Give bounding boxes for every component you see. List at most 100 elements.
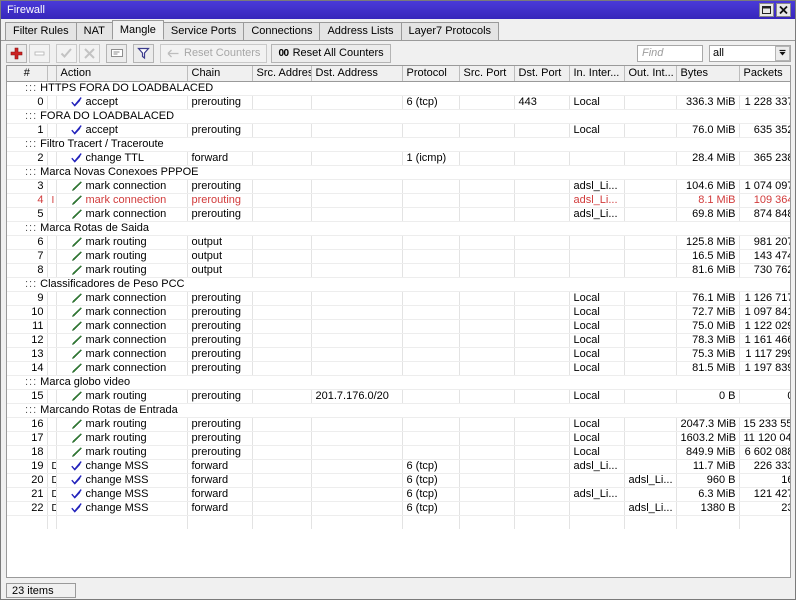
cell-dst_port	[514, 445, 570, 460]
column-header-protocol[interactable]: Protocol	[402, 66, 460, 82]
comment-row[interactable]: ::: HTTPS FORA DO LOADBALACED	[7, 81, 790, 96]
table-row[interactable]: 5 mark connection prerouting adsl_Li... 69.8…	[7, 207, 790, 222]
rules-table-container[interactable]: # ActionChainSrc. AddressDst. AddressProt…	[6, 65, 791, 578]
column-header-out_interface[interactable]: Out. Int...	[624, 66, 677, 82]
tab-connections[interactable]: Connections	[243, 22, 321, 40]
cell-dst_address	[311, 305, 403, 320]
table-row[interactable]: 18 mark routing prerouting Local 849.9 MiB 6 …	[7, 445, 790, 460]
column-header-in_interface[interactable]: In. Inter...	[569, 66, 625, 82]
cell-protocol	[402, 263, 460, 278]
find-input[interactable]: Find	[637, 44, 703, 62]
column-header-chain[interactable]: Chain	[187, 66, 253, 82]
cell-protocol	[402, 305, 460, 320]
comment-row[interactable]: ::: Classificadores de Peso PCC	[7, 277, 790, 292]
cell-idx: 20	[7, 473, 48, 488]
column-header-dst_address[interactable]: Dst. Address	[311, 66, 403, 82]
table-row[interactable]: 2 change TTL forward 1 (icmp) 28.4 MiB 365 23…	[7, 151, 790, 166]
tab-layer7-protocols[interactable]: Layer7 Protocols	[400, 22, 500, 40]
comment-row[interactable]: ::: Marca globo video	[7, 375, 790, 390]
comment-row[interactable]: ::: FORA DO LOADBALACED	[7, 109, 790, 124]
table-row[interactable]: 21Dchange MSS forward 6 (tcp) adsl_Li... 6.3…	[7, 487, 790, 502]
cell-packets: 1 097 841	[739, 305, 790, 320]
cell-protocol	[402, 291, 460, 306]
table-row[interactable]: 8 mark routing output 81.6 MiB 730 762	[7, 263, 790, 278]
tab-filter-rules[interactable]: Filter Rules	[5, 22, 77, 40]
table-row[interactable]: 14 mark connection prerouting Local 81.5 MiB…	[7, 361, 790, 376]
restore-window-button[interactable]	[759, 3, 774, 17]
tab-address-lists[interactable]: Address Lists	[319, 22, 402, 40]
table-row[interactable]: 19Dchange MSS forward 6 (tcp) adsl_Li... 11.…	[7, 459, 790, 474]
cell-idx: 13	[7, 347, 48, 362]
table-row[interactable]: 1 accept prerouting Local 76.0 MiB 635 352	[7, 123, 790, 138]
close-window-button[interactable]	[776, 3, 791, 17]
filter-select[interactable]: all	[709, 44, 791, 62]
table-row[interactable]: 16 mark routing prerouting Local 2047.3 MiB 1…	[7, 417, 790, 432]
comment-row[interactable]: ::: Marca Novas Conexoes PPPOE	[7, 165, 790, 180]
cell-flag	[47, 123, 57, 138]
comment-row[interactable]: ::: Marcando Rotas de Entrada	[7, 403, 790, 418]
disable-rule-button[interactable]	[79, 43, 100, 63]
table-row[interactable]: 12 mark connection prerouting Local 78.3 MiB…	[7, 333, 790, 348]
check-icon	[70, 475, 82, 485]
reset-all-counters-button[interactable]: 00 Reset All Counters	[271, 43, 391, 63]
cell-action: mark routing	[56, 389, 188, 404]
cell-bytes: 336.3 MiB	[676, 95, 740, 110]
cell-src_port	[459, 459, 515, 474]
cell-src_port	[459, 95, 515, 110]
table-row[interactable]: 9 mark connection prerouting Local 76.1 MiB 1…	[7, 291, 790, 306]
column-header-idx[interactable]: #	[7, 66, 48, 82]
tab-nat[interactable]: NAT	[75, 22, 113, 40]
comment-row[interactable]: ::: Filtro Tracert / Traceroute	[7, 137, 790, 152]
cell-idx: 17	[7, 431, 48, 446]
column-header-bytes[interactable]: Bytes	[676, 66, 740, 82]
status-bar: 23 items	[1, 581, 795, 599]
column-header-packets[interactable]: Packets	[739, 66, 790, 82]
cell-chain: prerouting	[187, 319, 253, 334]
pencil-icon	[71, 195, 82, 206]
column-header-src_address[interactable]: Src. Address	[252, 66, 312, 82]
action-label: mark routing	[85, 389, 147, 402]
table-row[interactable]: 22Dchange MSS forward 6 (tcp) adsl_Li...138…	[7, 501, 790, 516]
cell-protocol	[402, 333, 460, 348]
cell-out_interface	[624, 95, 677, 110]
comment-text: ::: Marcando Rotas de Entrada	[7, 403, 790, 418]
table-row[interactable]: 6 mark routing output 125.8 MiB 981 207	[7, 235, 790, 250]
table-row[interactable]: 0 accept prerouting 6 (tcp) 443 Local 336.3 Mi…	[7, 95, 790, 110]
table-row[interactable]: 13 mark connection prerouting Local 75.3 MiB…	[7, 347, 790, 362]
column-header-src_port[interactable]: Src. Port	[459, 66, 515, 82]
cell-protocol	[402, 207, 460, 222]
table-row[interactable]: 10 mark connection prerouting Local 72.7 MiB…	[7, 305, 790, 320]
cell-src_address	[252, 263, 312, 278]
enable-rule-button[interactable]	[56, 43, 77, 63]
add-rule-button[interactable]	[6, 43, 27, 63]
table-row[interactable]: 20Dchange MSS forward 6 (tcp) adsl_Li...960…	[7, 473, 790, 488]
table-row[interactable]: 7 mark routing output 16.5 MiB 143 474	[7, 249, 790, 264]
cell-dst_address: 201.7.176.0/20	[311, 389, 403, 404]
cell-dst_address	[311, 123, 403, 138]
tab-mangle[interactable]: Mangle	[111, 20, 164, 40]
cell-action: mark connection	[56, 179, 188, 194]
reset-counters-button[interactable]: Reset Counters	[160, 43, 268, 63]
cell-dst_address	[311, 431, 403, 446]
column-header-flag[interactable]	[47, 66, 57, 82]
cell-dst_port	[514, 431, 570, 446]
tab-service-ports[interactable]: Service Ports	[162, 22, 245, 40]
cell-in_interface: Local	[569, 347, 625, 362]
cell-flag	[47, 319, 57, 334]
toolbar: Reset Counters 00 Reset All Counters Fin…	[1, 41, 795, 65]
table-row[interactable]: 4 Imark connection prerouting adsl_Li... 8.1…	[7, 193, 790, 208]
comment-button[interactable]	[106, 43, 127, 63]
comment-row[interactable]: ::: Marca Rotas de Saida	[7, 221, 790, 236]
table-row[interactable]: 11 mark connection prerouting Local 75.0 MiB…	[7, 319, 790, 334]
table-row[interactable]: 15 mark routing prerouting 201.7.176.0/20 Lo…	[7, 389, 790, 404]
filter-button[interactable]	[133, 43, 154, 63]
column-header-action[interactable]: Action	[56, 66, 188, 82]
column-header-dst_port[interactable]: Dst. Port	[514, 66, 570, 82]
remove-rule-button[interactable]	[29, 43, 50, 63]
empty-cell	[402, 515, 460, 529]
table-row[interactable]: 3 mark connection prerouting adsl_Li... 104.…	[7, 179, 790, 194]
chevron-down-icon[interactable]	[775, 45, 790, 61]
cell-bytes: 1380 B	[676, 501, 740, 516]
cell-flag	[47, 305, 57, 320]
table-row[interactable]: 17 mark routing prerouting Local 1603.2 MiB 1…	[7, 431, 790, 446]
